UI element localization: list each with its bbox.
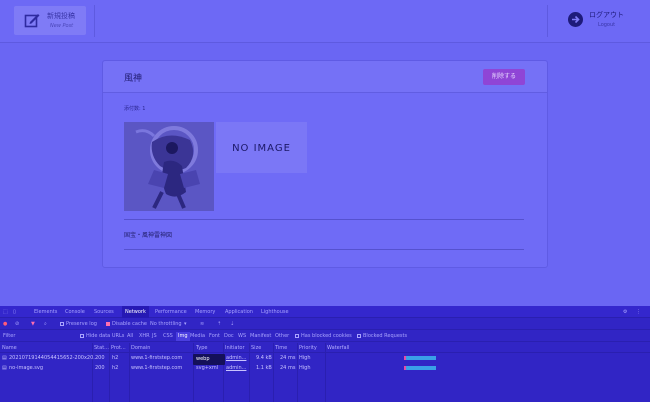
post-title: 風神 bbox=[124, 74, 143, 84]
col-waterfall[interactable]: Waterfall bbox=[327, 343, 349, 353]
request-initiator[interactable]: admin... bbox=[226, 354, 246, 363]
request-domain: www.1-firststep.com bbox=[131, 355, 183, 361]
new-post-sublabel: New Post bbox=[50, 23, 74, 29]
request-priority: High bbox=[299, 365, 311, 371]
tab-application[interactable]: Application bbox=[225, 306, 253, 318]
record-icon[interactable]: ● bbox=[3, 319, 7, 330]
more-menu-icon[interactable]: ⋮ bbox=[636, 306, 641, 318]
fujin-painting-image bbox=[124, 122, 214, 211]
col-priority[interactable]: Priority bbox=[299, 343, 317, 353]
request-type: svg+xml bbox=[196, 365, 219, 371]
request-priority: High bbox=[299, 355, 311, 361]
filter-input[interactable]: Filter bbox=[3, 331, 15, 342]
divider bbox=[124, 219, 524, 220]
tab-network[interactable]: Network bbox=[122, 306, 149, 318]
filter-img[interactable]: Img bbox=[176, 332, 190, 341]
filter-js[interactable]: JS bbox=[152, 331, 157, 342]
request-size: 9.4 kB bbox=[256, 355, 272, 361]
logout-label: ログアウト bbox=[589, 11, 624, 19]
blocked-requests-checkbox[interactable]: Blocked Requests bbox=[357, 331, 407, 342]
request-protocol: h2 bbox=[112, 355, 119, 361]
col-name[interactable]: Name bbox=[2, 343, 17, 353]
logout-button[interactable]: ログアウト Logout bbox=[566, 9, 636, 33]
file-svg-icon: ▤ bbox=[2, 365, 7, 371]
filter-other[interactable]: Other bbox=[275, 331, 289, 342]
request-size: 1.1 kB bbox=[256, 365, 272, 371]
attachment-count: 添付数: 1 bbox=[124, 106, 146, 112]
waterfall-bar bbox=[406, 366, 436, 370]
header-divider bbox=[94, 5, 95, 37]
col-status[interactable]: Stat... bbox=[94, 343, 109, 353]
filter-css[interactable]: CSS bbox=[163, 331, 173, 342]
device-toolbar-icon[interactable]: ▯ bbox=[13, 306, 16, 318]
col-initiator[interactable]: Initiator bbox=[225, 343, 245, 353]
tab-performance[interactable]: Performance bbox=[155, 306, 187, 318]
network-filterbar: Filter Hide data URLs All XHR JS CSS Img… bbox=[0, 331, 650, 342]
table-row[interactable]: ▤ no-image.svg 200 h2 www.1-firststep.co… bbox=[0, 364, 650, 373]
request-status: 200 bbox=[95, 365, 105, 371]
type-tooltip: webp bbox=[193, 354, 225, 365]
tab-elements[interactable]: Elements bbox=[34, 306, 57, 318]
col-time[interactable]: Time bbox=[275, 343, 287, 353]
col-type[interactable]: Type bbox=[196, 343, 207, 353]
request-protocol: h2 bbox=[112, 365, 119, 371]
request-name: no-image.svg bbox=[9, 365, 44, 371]
col-protocol[interactable]: Prot... bbox=[111, 343, 126, 353]
tab-sources[interactable]: Sources bbox=[94, 306, 114, 318]
search-icon[interactable]: ⌕ bbox=[44, 319, 47, 330]
download-icon[interactable]: ⇣ bbox=[230, 319, 234, 330]
table-row[interactable]: ▤ 20210719144054415652-200x20... 200 h2 … bbox=[0, 354, 650, 363]
file-image-icon: ▤ bbox=[2, 355, 7, 361]
col-size[interactable]: Size bbox=[251, 343, 261, 353]
tab-lighthouse[interactable]: Lighthouse bbox=[261, 306, 289, 318]
new-post-label: 新規投稿 bbox=[47, 12, 75, 20]
devtools-tabbar: ⬚ ▯ Elements Console Sources Network Per… bbox=[0, 306, 650, 318]
no-image-label: NO IMAGE bbox=[232, 143, 291, 154]
hide-data-urls-checkbox[interactable]: Hide data URLs bbox=[80, 331, 124, 342]
post-caption: 国宝・風神雷神図 bbox=[124, 232, 173, 239]
app-header: 新規投稿 New Post ログアウト Logout bbox=[0, 0, 650, 43]
filter-icon[interactable]: ▼ bbox=[31, 319, 35, 330]
request-time: 24 ms bbox=[280, 355, 296, 361]
divider bbox=[124, 249, 524, 250]
arrow-right-circle-icon bbox=[568, 12, 583, 27]
filter-doc[interactable]: Doc bbox=[224, 331, 234, 342]
wifi-icon[interactable]: ≋ bbox=[200, 319, 204, 330]
tab-console[interactable]: Console bbox=[65, 306, 85, 318]
throttling-select[interactable]: No throttling bbox=[150, 319, 182, 330]
filter-all[interactable]: All bbox=[127, 331, 133, 342]
col-domain[interactable]: Domain bbox=[131, 343, 150, 353]
post-card: 風神 削除する 添付数: 1 NO IMAGE 国宝・風神雷神図 bbox=[102, 60, 548, 268]
chevron-down-icon[interactable]: ▾ bbox=[184, 319, 187, 330]
filter-manifest[interactable]: Manifest bbox=[250, 331, 271, 342]
request-name: 20210719144054415652-200x20... bbox=[9, 355, 99, 361]
tab-memory[interactable]: Memory bbox=[195, 306, 215, 318]
request-status: 200 bbox=[95, 355, 105, 361]
delete-button[interactable]: 削除する bbox=[483, 69, 525, 85]
request-time: 24 ms bbox=[280, 365, 296, 371]
blocked-cookies-checkbox[interactable]: Has blocked cookies bbox=[295, 331, 352, 342]
filter-ws[interactable]: WS bbox=[238, 331, 246, 342]
settings-gear-icon[interactable]: ⚙ bbox=[623, 306, 627, 318]
preserve-log-checkbox[interactable]: Preserve log bbox=[60, 319, 97, 330]
header-divider bbox=[547, 5, 548, 37]
post-card-header: 風神 削除する bbox=[103, 61, 547, 93]
fujin-thumbnail[interactable] bbox=[124, 122, 214, 211]
filter-media[interactable]: Media bbox=[190, 331, 205, 342]
logout-sublabel: Logout bbox=[598, 22, 616, 28]
inspect-icon[interactable]: ⬚ bbox=[3, 306, 8, 318]
filter-xhr[interactable]: XHR bbox=[139, 331, 150, 342]
waterfall-bar bbox=[406, 356, 436, 360]
upload-icon[interactable]: ⇡ bbox=[217, 319, 221, 330]
new-post-button[interactable]: 新規投稿 New Post bbox=[14, 6, 86, 35]
clear-icon[interactable]: ⊘ bbox=[15, 319, 19, 330]
filter-font[interactable]: Font bbox=[209, 331, 220, 342]
edit-icon bbox=[24, 14, 40, 28]
network-toolbar: ● ⊘ ▼ ⌕ Preserve log Disable cache No th… bbox=[0, 319, 650, 330]
no-image-thumbnail[interactable]: NO IMAGE bbox=[216, 122, 307, 173]
request-initiator[interactable]: admin... bbox=[226, 364, 246, 373]
request-domain: www.1-firststep.com bbox=[131, 365, 183, 371]
disable-cache-checkbox[interactable]: Disable cache bbox=[106, 319, 147, 330]
